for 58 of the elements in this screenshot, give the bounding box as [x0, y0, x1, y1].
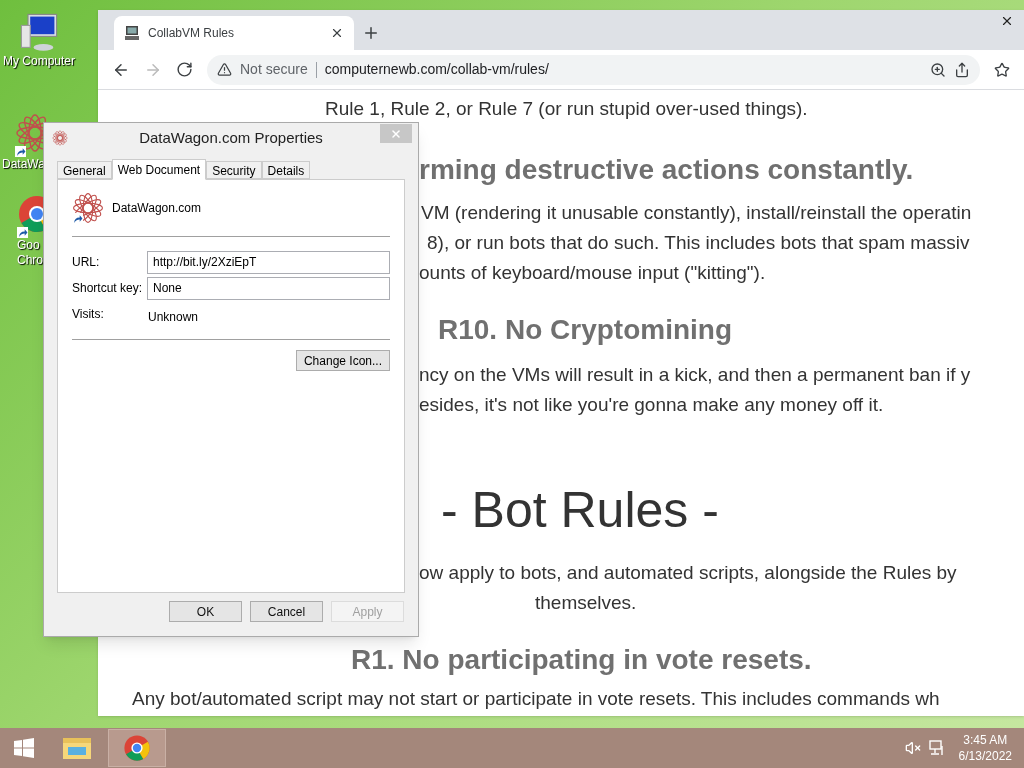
chrome-logo-icon — [123, 734, 151, 762]
shortcut-arrow-icon — [72, 213, 83, 224]
bookmark-star-icon[interactable] — [994, 61, 1010, 78]
warning-icon — [217, 62, 232, 77]
close-tab-icon[interactable] — [330, 26, 344, 40]
paragraph-text: Rule 1, Rule 2, or Rule 7 (or run stupid over-used things). — [325, 97, 808, 121]
dialog-tab[interactable]: General — [57, 161, 112, 179]
paragraph-text: VM (rendering it unusable constantly), install/reinstall the operatin — [421, 201, 972, 225]
rule-heading: R10. No Cryptomining — [438, 313, 732, 347]
field-label: Shortcut key: — [72, 280, 144, 297]
dialog-tab[interactable]: Security — [206, 161, 262, 179]
close-icon — [390, 127, 402, 140]
address-bar[interactable]: Not secure computernewb.com/collab-vm/rules/ — [207, 54, 980, 85]
star-logo-icon — [72, 192, 104, 224]
zoom-icon[interactable] — [930, 61, 946, 78]
paragraph-text: esides, it's not like you're gonna make any money off it. — [419, 393, 884, 417]
section-title: - Bot Rules - — [441, 481, 719, 540]
clock-date: 6/13/2022 — [958, 748, 1012, 764]
paragraph-text: themselves. — [535, 591, 637, 615]
paragraph-text: ounts of keyboard/mouse input ("kitting"). — [419, 261, 766, 285]
paragraph-text: ow apply to bots, and automated scripts, alongside the Rules by — [419, 561, 957, 585]
url-text: computernewb.com/collab-vm/rules/ — [324, 60, 550, 79]
rule-heading: R1. No participating in vote resets. — [351, 643, 812, 677]
computer-favicon-icon — [124, 25, 140, 41]
close-window-icon[interactable] — [1000, 14, 1014, 28]
browser-tab[interactable]: CollabVM Rules — [114, 16, 354, 50]
shortcut-name: DataWagon.com — [112, 200, 201, 217]
taskbar-app-button[interactable] — [108, 729, 166, 767]
tab-title: CollabVM Rules — [148, 25, 236, 42]
field-label: Visits: — [72, 306, 105, 323]
paragraph-text: 8), or run bots that do such. This includes bots that spam massiv — [427, 231, 970, 255]
desktop-icon-label: Goo Chro — [17, 238, 43, 268]
change-icon-button[interactable]: Change Icon... — [295, 350, 390, 371]
text-field[interactable]: http://bit.ly/2XziEpT — [147, 250, 390, 274]
dialog-title: DataWagon.com Properties — [139, 127, 323, 148]
share-icon[interactable] — [954, 61, 970, 78]
field-value: Unknown — [147, 309, 200, 326]
dialog-tab[interactable]: Web Document — [111, 159, 207, 180]
windows-logo-icon — [14, 738, 34, 758]
dialog-star-icon — [52, 130, 68, 146]
desktop-icon-label: My Computer — [3, 54, 75, 69]
new-tab-icon[interactable] — [362, 24, 380, 42]
volume-muted-icon[interactable] — [904, 740, 921, 756]
folder-icon — [62, 735, 92, 761]
dialog-button[interactable]: OK — [169, 601, 242, 622]
text-field[interactable]: None — [147, 276, 390, 300]
dialog-tab[interactable]: Details — [261, 161, 311, 179]
field-label: URL: — [72, 254, 101, 271]
security-label: Not secure — [240, 60, 308, 79]
shortcut-arrow-icon — [15, 146, 26, 157]
paragraph-text: ncy on the VMs will result in a kick, and then a permanent ban if y — [419, 363, 971, 387]
dialog-button[interactable]: Cancel — [250, 601, 323, 622]
clock-time: 3:45 AM — [963, 732, 1008, 748]
paragraph-text: Any bot/automated script may not start or participate in vote resets. This includes commands wh — [132, 687, 940, 711]
reload-icon[interactable] — [176, 61, 193, 78]
shortcut-arrow-icon — [17, 227, 28, 238]
network-icon[interactable] — [928, 740, 945, 756]
rule-heading: rming destructive actions constantly. — [419, 153, 914, 187]
